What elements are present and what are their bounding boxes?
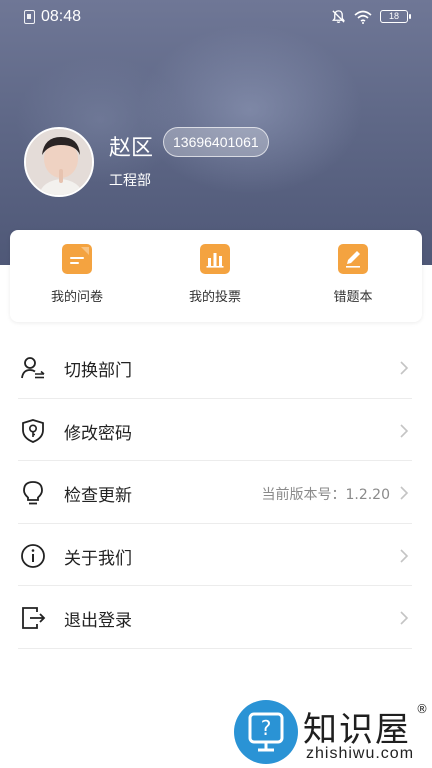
menu-label: 退出登录: [64, 611, 132, 631]
menu-item-logout[interactable]: 退出登录: [18, 586, 412, 649]
profile-name: 赵区: [109, 136, 154, 161]
logout-icon: [22, 607, 46, 629]
wifi-icon: [354, 10, 372, 24]
chevron-right-icon: [400, 423, 409, 438]
quick-action-label: 错题本: [333, 290, 373, 305]
status-right: 18: [331, 9, 411, 24]
watermark-domain: zhishiwu.com: [306, 745, 415, 762]
status-time: 08:48: [41, 8, 82, 25]
menu-label: 关于我们: [64, 548, 132, 569]
edit-pencil-icon: [338, 244, 368, 274]
lightbulb-icon: [23, 481, 43, 505]
watermark-brand: 知识屋: [303, 710, 411, 750]
settings-menu: 切换部门 修改密码 检查更新 当前版本号：1.2.20 关于我们 退出登录: [18, 336, 412, 649]
watermark-registered: ®: [416, 702, 428, 716]
menu-label: 检查更新: [64, 486, 132, 506]
chevron-right-icon: [400, 486, 409, 500]
avatar[interactable]: [24, 127, 94, 197]
quick-action-questionnaire[interactable]: 我的问卷: [17, 244, 137, 305]
profile-department: 工程部: [109, 173, 151, 189]
chevron-right-icon: [400, 361, 409, 375]
watermark-logo-icon: ?: [234, 700, 298, 764]
chevron-right-icon: [400, 611, 409, 625]
menu-item-change-password[interactable]: 修改密码: [18, 399, 412, 461]
menu-label: 修改密码: [64, 423, 132, 444]
shield-key-icon: [22, 418, 44, 443]
quick-action-label: 我的问卷: [50, 290, 103, 305]
phone-badge: 13696401061: [163, 127, 269, 157]
questionnaire-icon: [62, 244, 92, 274]
menu-item-switch-department[interactable]: 切换部门: [18, 336, 412, 399]
quick-actions-card: 我的问卷 我的投票 错题本: [10, 230, 422, 322]
info-icon: [21, 543, 45, 568]
svg-text:?: ?: [261, 716, 272, 740]
quick-action-vote[interactable]: 我的投票: [155, 244, 275, 305]
chevron-right-icon: [400, 548, 409, 563]
sim-icon: [24, 10, 35, 24]
battery-level: 18: [388, 11, 399, 21]
menu-label: 切换部门: [64, 361, 132, 381]
version-value: 当前版本号：1.2.20: [261, 487, 390, 503]
status-left: 08:48: [24, 8, 81, 26]
vote-chart-icon: [200, 244, 230, 274]
quick-action-wrongbook[interactable]: 错题本: [293, 244, 413, 305]
bell-off-icon: [332, 10, 345, 24]
status-bar: 08:48 18: [0, 0, 432, 34]
battery-icon: 18: [380, 10, 411, 23]
menu-item-check-update[interactable]: 检查更新 当前版本号：1.2.20: [18, 461, 412, 524]
menu-item-about-us[interactable]: 关于我们: [18, 524, 412, 586]
switch-user-icon: [21, 357, 45, 379]
quick-action-label: 我的投票: [188, 290, 241, 305]
